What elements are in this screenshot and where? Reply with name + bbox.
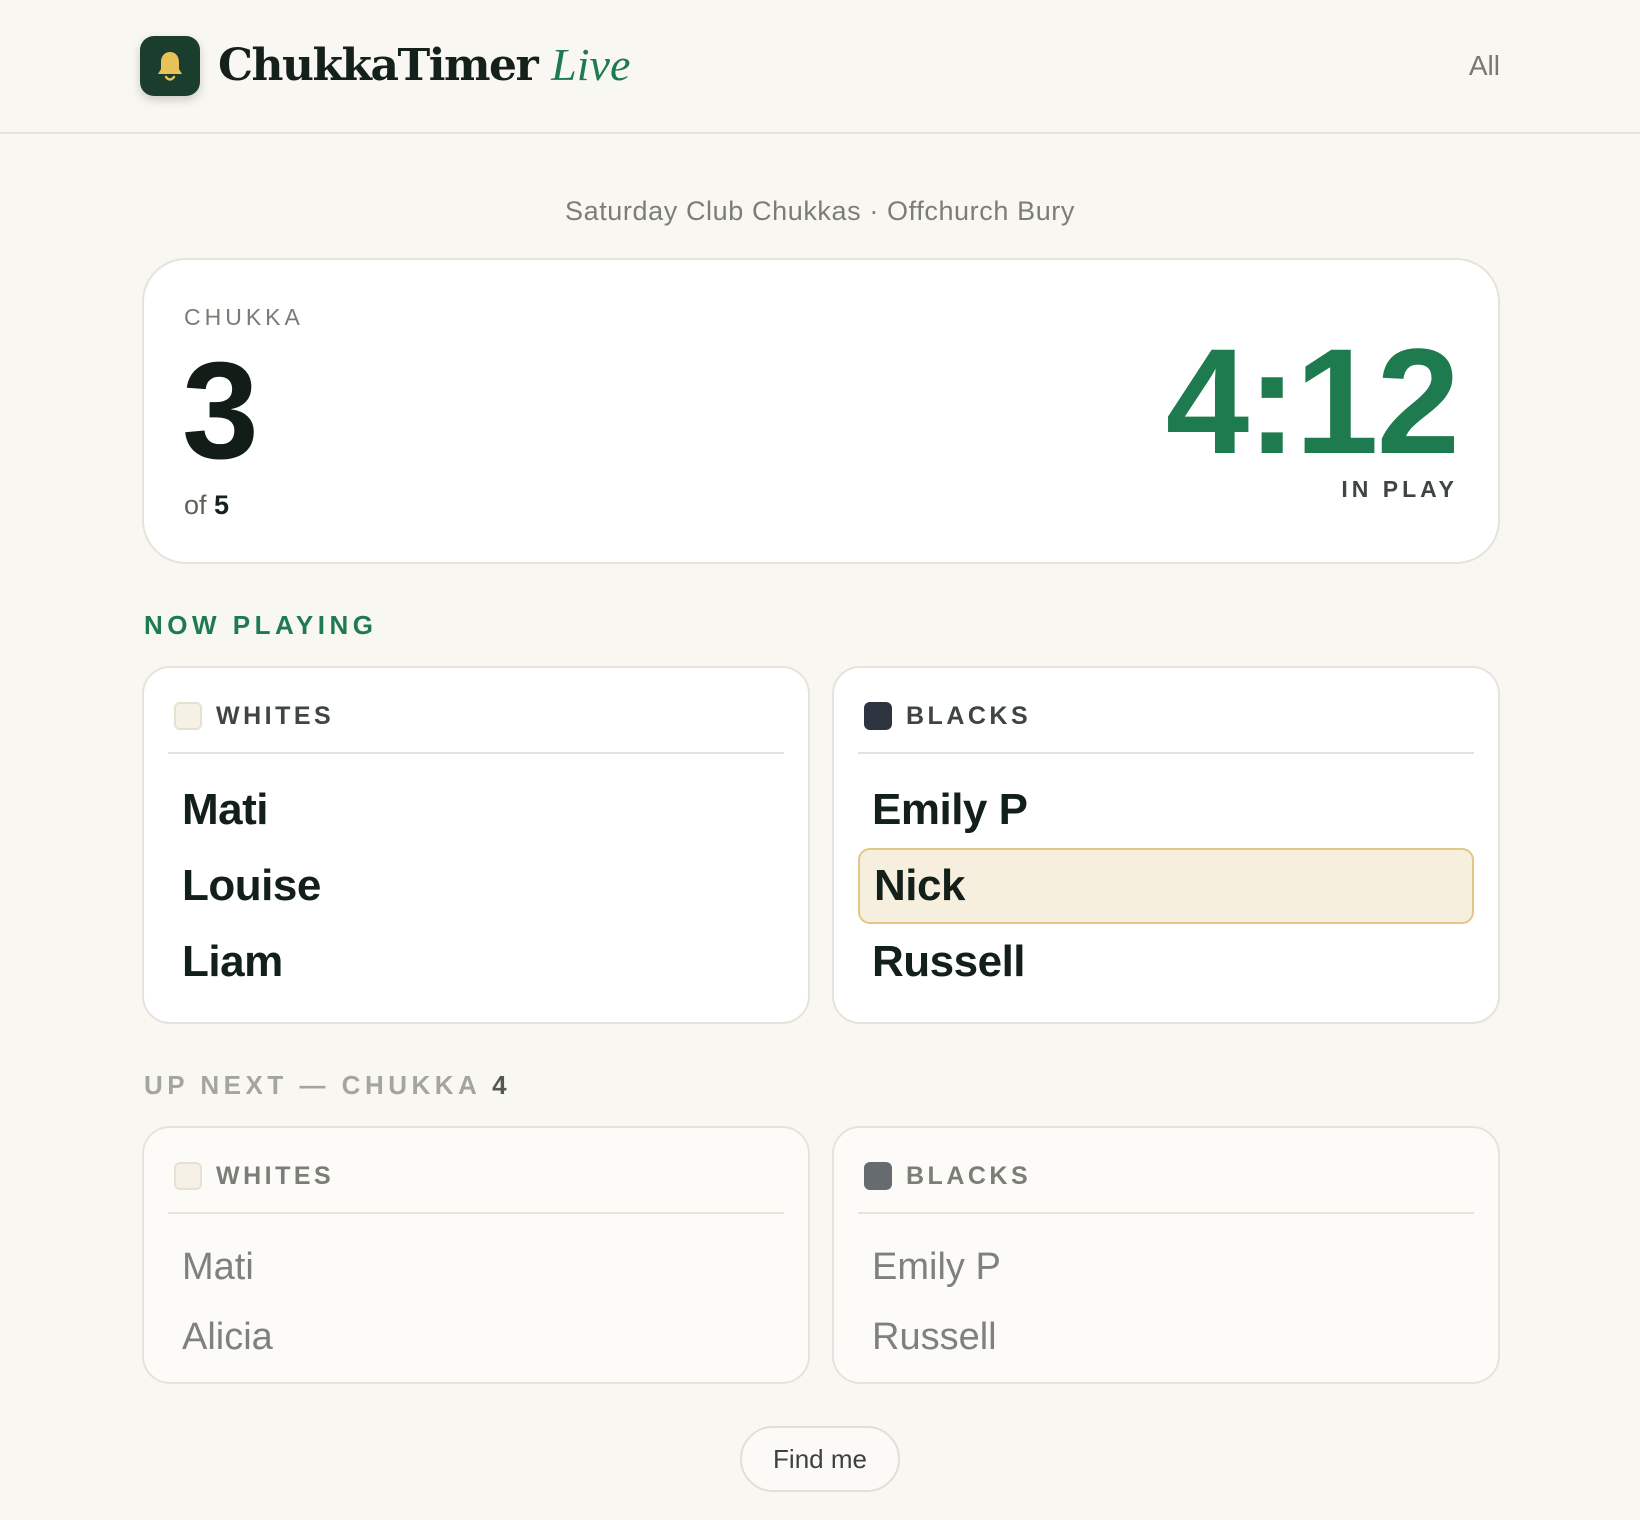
- player-row[interactable]: Russell: [858, 924, 1474, 1000]
- app-header: ChukkaTimer Live All: [0, 0, 1640, 134]
- player-row[interactable]: Mati: [168, 772, 784, 848]
- find-me-button[interactable]: Find me: [740, 1426, 900, 1492]
- now-team-whites-card: WHITES Mati Louise Liam: [142, 666, 810, 1024]
- team-name: WHITES: [216, 702, 335, 730]
- brand-name: ChukkaTimer: [218, 40, 539, 91]
- now-playing-heading: NOW PLAYING: [144, 610, 378, 640]
- player-row[interactable]: Emily P: [858, 1232, 1474, 1302]
- brand-live: Live: [551, 39, 631, 90]
- chukka-number: 3: [182, 334, 259, 488]
- play-state: IN PLAY: [1341, 476, 1458, 502]
- up-next-chukka-number: 4: [492, 1070, 512, 1100]
- next-team-whites-card: WHITES Mati Alicia: [142, 1126, 810, 1384]
- blacks-swatch: [864, 1162, 892, 1190]
- event-subtitle: Saturday Club Chukkas · Offchurch Bury: [564, 196, 1075, 226]
- chukka-label: CHUKKA: [184, 304, 304, 330]
- team-header: WHITES: [168, 668, 784, 754]
- team-name: BLACKS: [906, 1162, 1032, 1190]
- team-name: WHITES: [216, 1162, 335, 1190]
- whites-swatch: [174, 702, 202, 730]
- next-team-blacks-card: BLACKS Emily P Russell: [832, 1126, 1500, 1384]
- team-header: BLACKS: [858, 668, 1474, 754]
- up-next-label: UP NEXT — CHUKKA: [144, 1070, 481, 1100]
- team-name: BLACKS: [906, 702, 1032, 730]
- app-logo[interactable]: [140, 36, 200, 96]
- player-row-highlighted[interactable]: Nick: [858, 848, 1474, 924]
- player-row[interactable]: Louise: [168, 848, 784, 924]
- whites-swatch: [174, 1162, 202, 1190]
- blacks-swatch: [864, 702, 892, 730]
- chukka-of-total: of 5: [184, 490, 229, 521]
- player-row[interactable]: Alicia: [168, 1302, 784, 1372]
- up-next-heading: UP NEXT — CHUKKA 4: [144, 1070, 511, 1101]
- total-chukkas: 5: [214, 490, 230, 520]
- game-clock: 4:12: [1165, 317, 1460, 485]
- player-row[interactable]: Mati: [168, 1232, 784, 1302]
- nav-all-link[interactable]: All: [1469, 50, 1500, 82]
- now-team-blacks-card: BLACKS Emily P Nick Russell: [832, 666, 1500, 1024]
- bell-icon: [158, 52, 182, 81]
- of-label: of: [184, 490, 207, 520]
- player-row[interactable]: Emily P: [858, 772, 1474, 848]
- team-header: WHITES: [168, 1128, 784, 1214]
- team-header: BLACKS: [858, 1128, 1474, 1214]
- chukka-timer-card: CHUKKA 3 of 5 4:12 IN PLAY: [142, 258, 1500, 564]
- player-row[interactable]: Russell: [858, 1302, 1474, 1372]
- brand-title: ChukkaTimer Live: [218, 38, 630, 91]
- player-row[interactable]: Liam: [168, 924, 784, 1000]
